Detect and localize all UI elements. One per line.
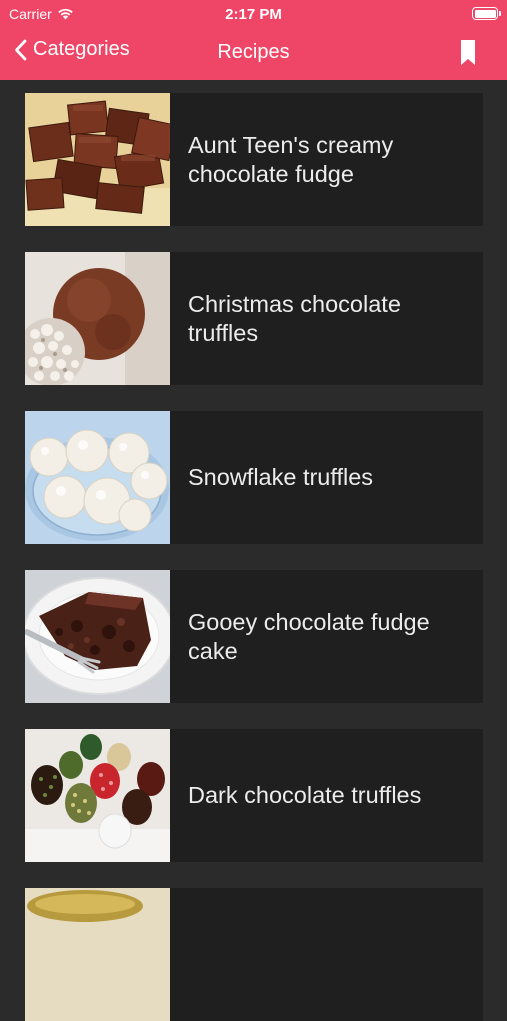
status-time: 2:17 PM [225,6,282,23]
navigation-bar: Categories Recipes [0,28,507,80]
recipe-item[interactable]: Aunt Teen's creamy chocolate fudge [25,93,483,226]
recipe-title: Dark chocolate truffles [188,782,422,808]
chocolate-cake-slice-photo [25,570,170,703]
recipe-thumbnail [25,411,170,544]
recipe-thumbnail [25,252,170,385]
page-title: Recipes [217,41,290,63]
recipe-title: Aunt Teen's creamy chocolate fudge [188,131,394,187]
recipe-title: Christmas chocolate truffles [188,290,401,346]
recipe-title: Snowflake truffles [188,464,374,490]
recipe-title: Gooey chocolate fudge cake [188,608,430,664]
recipe-item[interactable]: Gooey chocolate fudge cake [25,570,483,703]
status-bar: Carrier 2:17 PM [0,0,507,28]
chocolate-fudge-squares-photo [25,93,170,226]
recipe-thumbnail [25,729,170,862]
recipe-item[interactable]: Christmas chocolate truffles [25,252,483,385]
recipe-thumbnail [25,888,170,1021]
recipe-item[interactable]: Snowflake truffles [25,411,483,544]
chocolate-truffle-ball-photo [25,252,170,385]
recipe-thumbnail [25,93,170,226]
assorted-dark-truffles-photo [25,729,170,862]
recipe-thumbnail [25,570,170,703]
battery-icon [472,7,501,20]
recipe-item[interactable] [25,888,483,1021]
app-header: Carrier 2:17 PM Categories Recipes [0,0,507,80]
pastry-photo [25,888,170,1021]
coconut-snowflake-truffles-photo [25,411,170,544]
recipe-item[interactable]: Dark chocolate truffles [25,729,483,862]
bookmark-icon[interactable] [461,40,475,65]
